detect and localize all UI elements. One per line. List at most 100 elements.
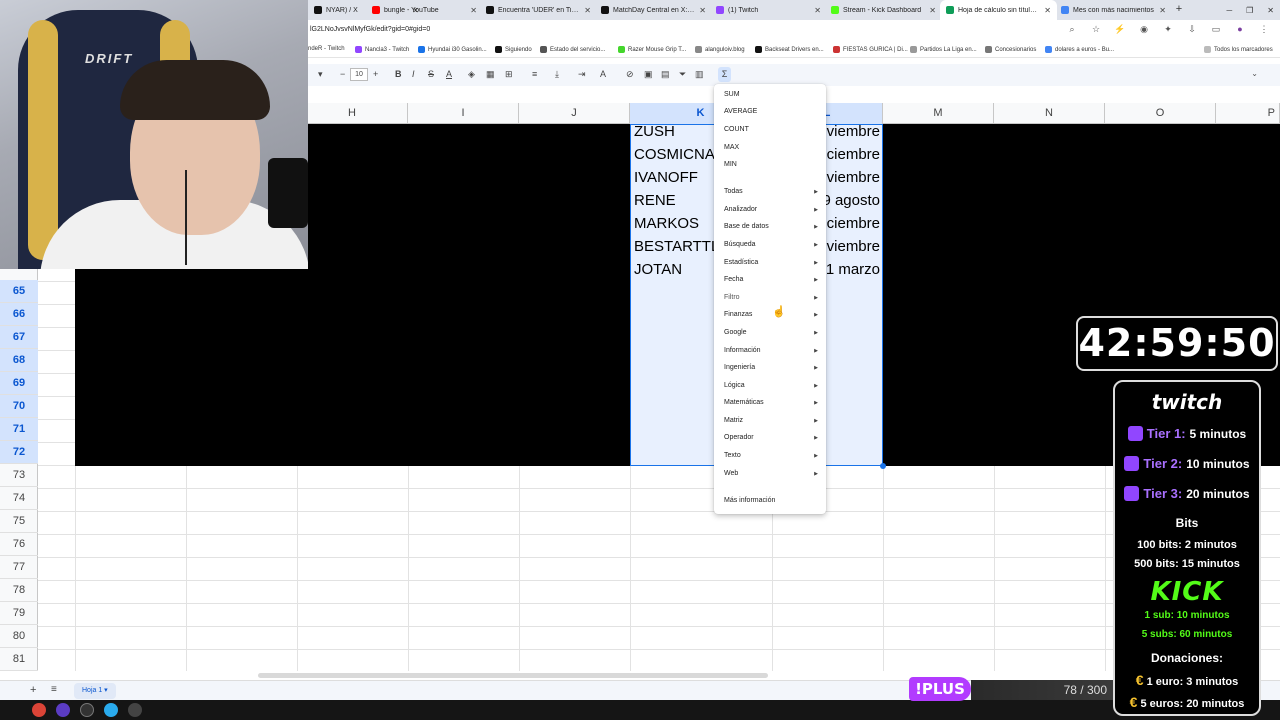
menu-item-average[interactable]: AVERAGE [724,105,818,119]
steam-icon[interactable] [80,703,94,717]
browser-tab[interactable]: Stream - Kick Dashboard ✕ [825,0,942,20]
sheet-tab[interactable]: Hoja 1 ▾ [74,683,116,699]
cell-name[interactable]: ZUSH [634,120,716,143]
text-color-icon[interactable]: A [446,69,452,79]
minimize-icon[interactable]: ─ [1226,6,1232,15]
fill-color-icon[interactable]: ◈ [468,69,475,80]
profile-avatar[interactable]: ● [1234,24,1246,35]
chrome-icon[interactable] [32,703,46,717]
functions-button[interactable]: Σ [718,67,731,82]
row-header[interactable]: 76 [0,533,38,556]
text-rotation-icon[interactable]: A [600,69,606,79]
menu-item-web[interactable]: Web ▶ [724,467,818,481]
menu-item-logica[interactable]: Lógica ▶ [724,379,818,393]
menu-item-count[interactable]: COUNT [724,123,818,137]
browser-tab[interactable]: Mes con más nacimientos ✕ [1055,0,1172,20]
menu-item-sum[interactable]: SUM [724,88,818,102]
row-header[interactable]: 67 [0,326,38,349]
bookmark[interactable]: FIESTAS GURICA | Di... [833,46,908,53]
row-header[interactable]: 73 [0,464,38,487]
chart-icon[interactable]: ▤ [661,69,670,80]
menu-item-base-de-datos[interactable]: Base de datos ▶ [724,220,818,234]
bookmark[interactable]: Estado del servicio... [540,46,605,53]
add-sheet-button[interactable]: + [30,684,36,696]
strikethrough-icon[interactable]: S [428,69,434,79]
close-tab-icon[interactable]: ✕ [470,6,477,15]
close-tab-icon[interactable]: ✕ [699,6,706,15]
bookmark[interactable]: Nancla3 - Twitch [355,46,409,53]
menu-item-fecha[interactable]: Fecha ▶ [724,273,818,287]
browser-tab[interactable]: (1) Twitch ✕ [710,0,827,20]
app-icon[interactable] [128,703,142,717]
menu-item-texto[interactable]: Texto ▶ [724,449,818,463]
link-icon[interactable]: ⊘ [626,69,634,80]
close-tab-icon[interactable]: ✕ [1159,6,1166,15]
vertical-align-icon[interactable]: ⤓ [555,69,559,80]
cell-name[interactable]: IVANOFF [634,166,716,189]
bookmark[interactable]: dolares a euros - Bu... [1045,46,1114,53]
menu-item-todas[interactable]: Todas ▶ [724,185,818,199]
bookmark[interactable]: Razer Mouse Grip T... [618,46,686,53]
horizontal-scrollbar[interactable] [258,673,768,678]
bookmark[interactable]: Partidos La Liga en... [910,46,977,53]
maximize-icon[interactable]: ❐ [1246,6,1253,15]
column-header-o[interactable]: O [1105,103,1216,124]
column-header-m[interactable]: M [883,103,994,124]
font-dropdown-icon[interactable]: ▾ [318,69,323,80]
row-header[interactable]: 68 [0,349,38,372]
bookmark[interactable]: ndeR - Twitch [308,46,345,52]
close-tab-icon[interactable]: ✕ [584,6,591,15]
menu-item-estadistica[interactable]: Estadística ▶ [724,256,818,270]
cell-name[interactable]: MARKOS [634,212,716,235]
browser-tab[interactable]: Encuentra 'UDER' en TikTok | A ✕ [480,0,597,20]
align-icon[interactable]: ≡ [532,69,537,79]
bold-icon[interactable]: B [395,69,402,79]
app-icon[interactable] [56,703,70,717]
all-sheets-icon[interactable]: ≡ [51,684,57,695]
download-icon[interactable]: ⇩ [1186,24,1198,35]
menu-item-matriz[interactable]: Matriz ▶ [724,414,818,428]
row-header[interactable]: 69 [0,372,38,395]
row-header[interactable]: 77 [0,556,38,579]
row-header[interactable]: 78 [0,579,38,602]
row-header[interactable]: 80 [0,625,38,648]
row-header[interactable]: 74 [0,487,38,510]
increase-font-icon[interactable]: + [373,69,378,79]
font-size-field[interactable]: 10 [350,68,368,81]
browser-tab-active[interactable]: Hoja de cálculo sin título - H ✕ [940,0,1057,20]
italic-icon[interactable]: I [412,69,415,79]
close-tab-icon[interactable]: ✕ [1044,6,1051,15]
browser-tab[interactable]: MatchDay Central en X: "..." ✕ [595,0,712,20]
column-header-h[interactable]: H [297,103,408,124]
cell-name[interactable]: RENE [634,189,716,212]
menu-item-more-info[interactable]: Más información [724,494,818,508]
menu-item-finanzas[interactable]: Finanzas ▶ [724,308,818,322]
cell-name[interactable]: COSMICNA [634,143,716,166]
menu-item-max[interactable]: MAX [724,141,818,155]
cell-name[interactable]: BESTARTTL [634,235,716,258]
all-bookmarks[interactable]: Todos los marcadores [1204,46,1273,53]
text-wrap-icon[interactable]: ⇥ [578,69,586,80]
filter-views-icon[interactable]: ▥ [695,69,704,80]
menu-item-matematicas[interactable]: Matemáticas ▶ [724,396,818,410]
kebab-menu-icon[interactable]: ⋮ [1258,24,1270,35]
close-window-icon[interactable]: ✕ [1267,6,1274,15]
column-header-i[interactable]: I [408,103,519,124]
merge-cells-icon[interactable]: ⊞ [505,69,513,80]
puzzle-icon[interactable]: ✦ [1162,24,1174,35]
menu-item-ingenieria[interactable]: Ingeniería ▶ [724,361,818,375]
row-header[interactable]: 81 [0,648,38,671]
selection-fill-handle[interactable] [880,463,886,469]
row-header[interactable]: 79 [0,602,38,625]
extension-icon[interactable]: ◉ [1138,24,1150,35]
column-header-n[interactable]: N [994,103,1105,124]
row-header[interactable]: 71 [0,418,38,441]
telegram-icon[interactable] [104,703,118,717]
star-icon[interactable]: ☆ [1090,24,1102,35]
menu-item-filtro[interactable]: Filtro ▶ [724,291,818,305]
close-tab-icon[interactable]: ✕ [814,6,821,15]
bookmark[interactable]: Siguiendo [495,46,532,53]
row-header[interactable]: 75 [0,510,38,533]
decrease-font-icon[interactable]: − [340,69,345,79]
menu-item-informacion[interactable]: Información ▶ [724,344,818,358]
